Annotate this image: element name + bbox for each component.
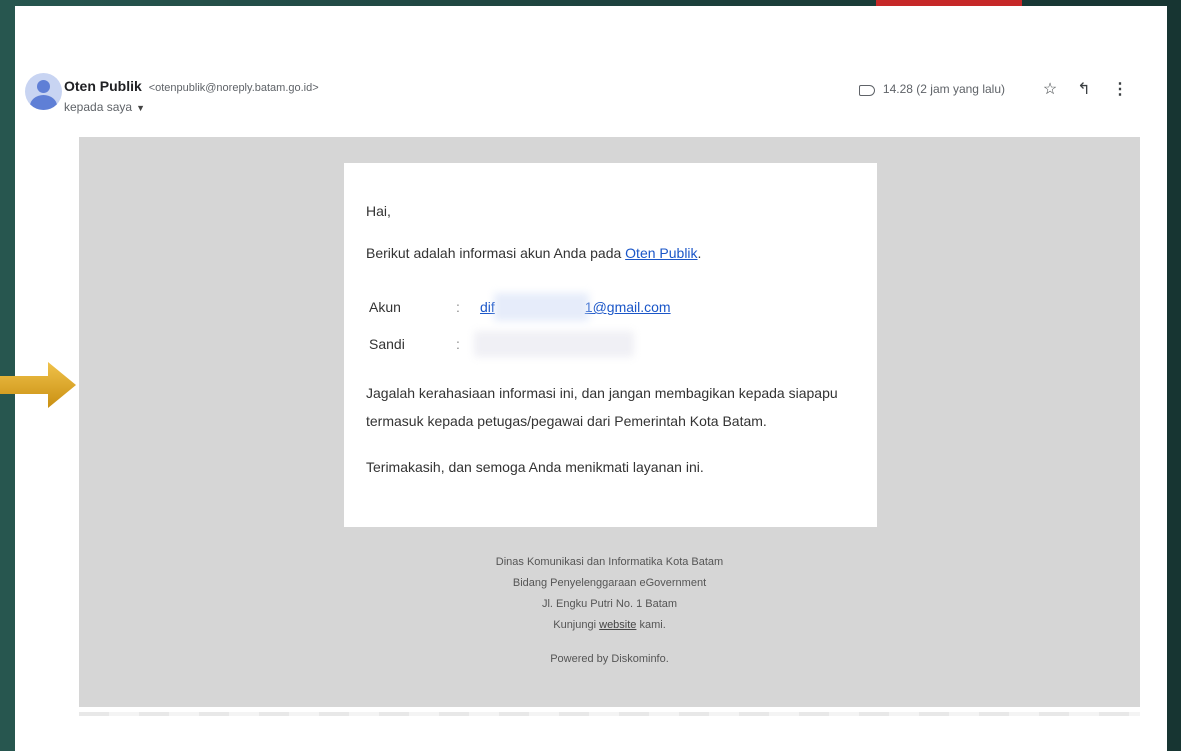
footer-line-4: Kunjungi website kami. xyxy=(79,619,1140,631)
footer-visit-suffix: kami. xyxy=(639,619,666,631)
recipient-label: kepada saya xyxy=(64,100,133,114)
avatar-body xyxy=(30,95,57,110)
password-label: Sandi xyxy=(369,336,405,352)
message-card: Hai, Berikut adalah informasi akun Anda … xyxy=(344,163,877,527)
account-label: Akun xyxy=(369,299,401,315)
caret-down-icon[interactable]: ▼ xyxy=(136,103,145,113)
sender-line: Oten Publik <otenpublik@noreply.batam.go… xyxy=(64,78,319,94)
intro-text: Berikut adalah informasi akun Anda pada xyxy=(366,245,622,261)
account-colon: : xyxy=(456,299,460,315)
divider xyxy=(79,712,1140,716)
redacted-password xyxy=(474,331,634,357)
warning-line-2: termasuk kepada petugas/pegawai dari Pem… xyxy=(366,413,767,429)
label-icon[interactable] xyxy=(858,84,875,96)
more-vertical-icon[interactable]: ⋮ xyxy=(1109,79,1131,99)
avatar-head xyxy=(37,80,50,93)
message-meta: 14.28 (2 jam yang lalu) ☆ ↰ ⋮ xyxy=(858,79,1131,99)
footer-line-1: Dinas Komunikasi dan Informatika Kota Ba… xyxy=(495,556,724,568)
footer-line-2: Bidang Penyelenggaraan eGovernment xyxy=(512,577,707,589)
warning-line-1: Jagalah kerahasiaan informasi ini, dan j… xyxy=(366,385,838,401)
powered-by: Powered by Diskominfo. xyxy=(550,653,669,665)
sender-name[interactable]: Oten Publik xyxy=(64,78,142,94)
intro-paragraph: Berikut adalah informasi akun Anda pada … xyxy=(366,245,701,261)
avatar-icon[interactable] xyxy=(25,73,62,110)
sender-email: <otenpublik@noreply.batam.go.id> xyxy=(148,82,319,94)
account-email-end[interactable]: 1@gmail.com xyxy=(585,299,671,315)
website-link[interactable]: website xyxy=(599,619,636,631)
account-email-start[interactable]: dif xyxy=(480,299,495,315)
arrow-right-icon xyxy=(0,362,76,408)
footer-visit-prefix: Kunjungi xyxy=(553,619,597,631)
oten-publik-link[interactable]: Oten Publik xyxy=(625,245,697,261)
redacted-account xyxy=(494,293,589,321)
intro-end: . xyxy=(697,245,702,261)
closing-text: Terimakasih, dan semoga Anda menikmati l… xyxy=(366,459,704,475)
star-icon[interactable]: ☆ xyxy=(1039,79,1061,99)
password-colon: : xyxy=(456,336,460,352)
reply-icon[interactable]: ↰ xyxy=(1073,79,1095,99)
message-time: 14.28 (2 jam yang lalu) xyxy=(882,82,1005,96)
greeting: Hai, xyxy=(366,203,391,219)
recipient-details[interactable]: kepada saya ▼ xyxy=(64,100,145,114)
footer-line-3: Jl. Engku Putri No. 1 Batam xyxy=(541,598,678,610)
